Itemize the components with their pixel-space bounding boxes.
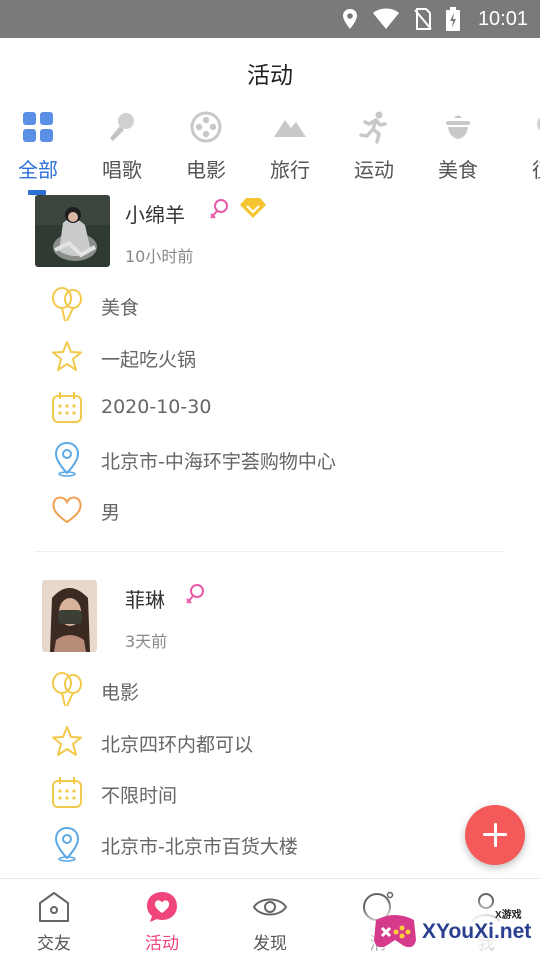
date-text: 不限时间 xyxy=(101,785,178,807)
tab-movie[interactable]: 电影 xyxy=(164,104,248,190)
category-text: 电影 xyxy=(101,682,140,704)
app-bar: 活动 xyxy=(0,38,540,104)
balloons-icon xyxy=(52,672,82,707)
date-row: 2020-10-30 xyxy=(50,390,510,426)
mountain-icon xyxy=(274,120,306,137)
tab-sports[interactable]: 运动 xyxy=(332,104,416,190)
location-pin-icon xyxy=(54,441,80,477)
partial-icon xyxy=(537,117,540,131)
date-row: 不限时间 xyxy=(50,775,510,811)
avatar[interactable] xyxy=(42,580,97,652)
film-reel-icon xyxy=(190,111,222,143)
tab-singing[interactable]: 唱歌 xyxy=(80,104,164,190)
tab-label: 电影 xyxy=(186,158,226,182)
food-bowl-icon xyxy=(446,115,470,139)
location-pin-icon xyxy=(54,826,80,862)
nav-friends[interactable]: 交友 xyxy=(0,879,108,960)
star-icon xyxy=(52,341,82,371)
tab-label: 旅行 xyxy=(270,158,310,182)
tab-food[interactable]: 美食 xyxy=(416,104,500,190)
nav-discover[interactable]: 发现 xyxy=(216,879,324,960)
activity-text: 北京四环内都可以 xyxy=(101,734,254,756)
status-bar: 10:01 xyxy=(0,0,540,38)
grid-icon xyxy=(23,112,53,142)
tab-label: 运动 xyxy=(354,158,394,182)
tab-more[interactable]: 征 xyxy=(500,104,540,190)
tab-travel[interactable]: 旅行 xyxy=(248,104,332,190)
preference-row: 男 xyxy=(50,492,510,528)
vip-diamond-icon xyxy=(240,198,266,218)
site-watermark: X游戏 XYouXi.net xyxy=(360,898,540,960)
card-divider xyxy=(35,551,505,552)
activity-row: 一起吃火锅 xyxy=(50,339,510,375)
category-row: 电影 xyxy=(50,672,510,708)
runner-icon xyxy=(359,111,387,144)
gamepad-logo-icon xyxy=(374,915,416,948)
location-row: 北京市-北京市百货大楼 xyxy=(50,826,510,862)
location-icon xyxy=(342,9,357,29)
home-icon xyxy=(39,892,69,922)
location-text: 北京市-中海环宇荟购物中心 xyxy=(101,451,336,473)
location-text: 北京市-北京市百货大楼 xyxy=(101,836,298,858)
star-icon xyxy=(52,726,82,756)
date-text: 2020-10-30 xyxy=(101,396,212,418)
heart-bubble-icon xyxy=(147,892,177,922)
status-time: 10:01 xyxy=(477,7,528,30)
tab-label: 唱歌 xyxy=(102,158,142,182)
watermark-brand: XYouXi.net xyxy=(422,920,532,943)
category-row: 美食 xyxy=(50,287,510,323)
add-activity-button[interactable] xyxy=(465,805,525,865)
battery-charging-icon xyxy=(445,7,460,31)
calendar-icon xyxy=(52,777,82,808)
tab-label: 全部 xyxy=(18,158,58,182)
nav-label: 发现 xyxy=(253,934,287,954)
page-title: 活动 xyxy=(247,63,293,89)
microphone-icon xyxy=(110,113,134,141)
avatar[interactable] xyxy=(35,195,110,267)
wifi-icon xyxy=(372,8,399,29)
user-name[interactable]: 菲琳 xyxy=(125,584,165,613)
female-gender-icon xyxy=(186,584,204,604)
activity-text: 一起吃火锅 xyxy=(101,349,197,371)
nav-label: 交友 xyxy=(37,934,71,954)
heart-icon xyxy=(52,496,82,524)
no-sim-icon xyxy=(414,8,432,30)
nav-activities[interactable]: 活动 xyxy=(108,879,216,960)
category-text: 美食 xyxy=(101,297,140,319)
tab-label: 美食 xyxy=(438,158,478,182)
nav-label: 活动 xyxy=(145,934,179,954)
eye-icon xyxy=(252,898,288,916)
activity-row: 北京四环内都可以 xyxy=(50,724,510,760)
user-name[interactable]: 小绵羊 xyxy=(125,199,185,228)
tab-all[interactable]: 全部 xyxy=(0,104,80,190)
watermark-tag: X游戏 xyxy=(495,910,522,921)
post-time: 10小时前 xyxy=(125,247,194,266)
female-gender-icon xyxy=(210,199,228,219)
balloons-icon xyxy=(52,287,82,322)
preference-text: 男 xyxy=(101,502,121,524)
category-tabs: 全部 唱歌 电影 旅行 运动 美食 xyxy=(0,104,540,190)
post-time: 3天前 xyxy=(125,632,168,651)
location-row: 北京市-中海环宇荟购物中心 xyxy=(50,441,510,477)
calendar-icon xyxy=(52,392,82,423)
tab-label: 征 xyxy=(500,154,540,183)
